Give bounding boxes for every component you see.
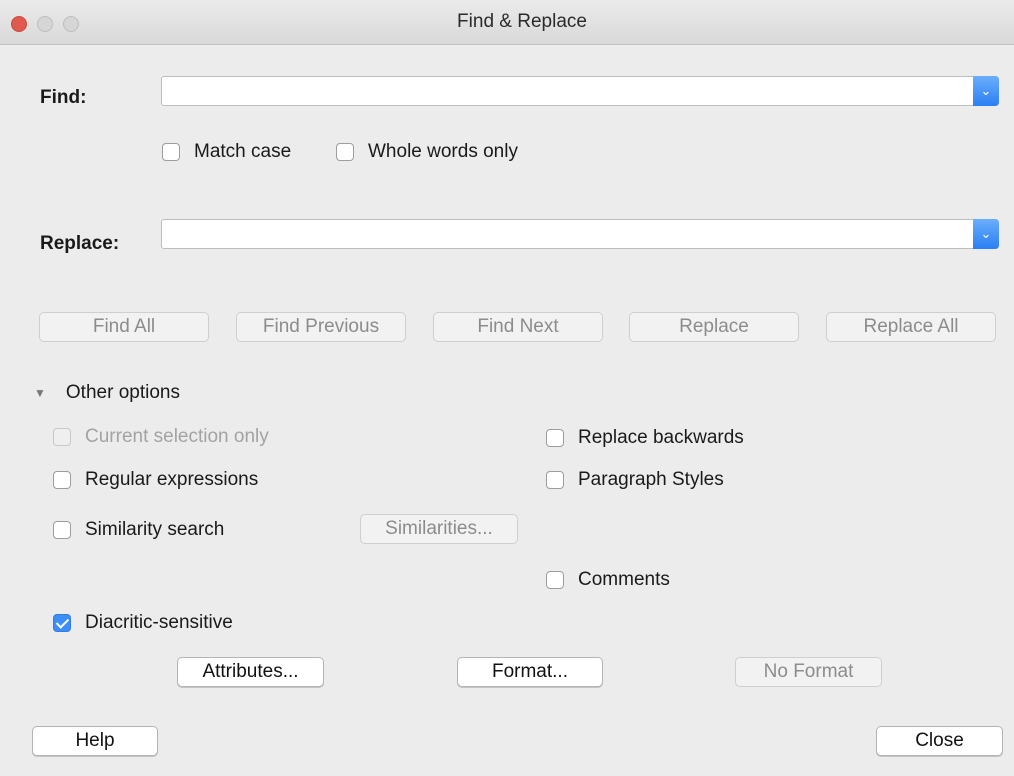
find-dropdown-chevron-icon[interactable]: ⌄ bbox=[973, 76, 999, 106]
format-button[interactable]: Format... bbox=[457, 657, 603, 687]
comments-label: Comments bbox=[578, 569, 670, 590]
diacritic-sensitive-label: Diacritic-sensitive bbox=[85, 612, 233, 633]
comments-box[interactable] bbox=[546, 571, 564, 589]
whole-words-box[interactable] bbox=[336, 143, 354, 161]
title-bar: Find & Replace bbox=[0, 0, 1014, 45]
find-combobox[interactable]: ⌄ bbox=[161, 76, 999, 106]
replace-backwards-box[interactable] bbox=[546, 429, 564, 447]
replace-label: Replace: bbox=[40, 233, 120, 254]
replace-all-button[interactable]: Replace All bbox=[826, 312, 996, 342]
find-previous-button[interactable]: Find Previous bbox=[236, 312, 406, 342]
disclosure-triangle-icon[interactable]: ▼ bbox=[34, 386, 46, 400]
similarity-search-checkbox[interactable]: Similarity search bbox=[53, 519, 224, 541]
regular-expressions-checkbox[interactable]: Regular expressions bbox=[53, 469, 258, 491]
replace-backwards-label: Replace backwards bbox=[578, 427, 744, 448]
diacritic-sensitive-box[interactable] bbox=[53, 614, 71, 632]
replace-combobox[interactable]: ⌄ bbox=[161, 219, 999, 249]
window-title: Find & Replace bbox=[457, 11, 587, 32]
match-case-label: Match case bbox=[194, 141, 292, 162]
match-case-box[interactable] bbox=[162, 143, 180, 161]
whole-words-checkbox[interactable]: Whole words only bbox=[336, 141, 518, 163]
current-selection-only-box[interactable] bbox=[53, 428, 71, 446]
paragraph-styles-label: Paragraph Styles bbox=[578, 469, 724, 490]
regular-expressions-label: Regular expressions bbox=[85, 469, 259, 490]
replace-backwards-checkbox[interactable]: Replace backwards bbox=[546, 427, 744, 449]
find-input[interactable] bbox=[168, 80, 968, 104]
comments-checkbox[interactable]: Comments bbox=[546, 569, 670, 591]
current-selection-only-label: Current selection only bbox=[85, 426, 269, 447]
find-all-button[interactable]: Find All bbox=[39, 312, 209, 342]
similarities-button[interactable]: Similarities... bbox=[360, 514, 518, 544]
diacritic-sensitive-checkbox[interactable]: Diacritic-sensitive bbox=[53, 612, 233, 634]
find-next-button[interactable]: Find Next bbox=[433, 312, 603, 342]
find-label: Find: bbox=[40, 87, 87, 108]
help-button[interactable]: Help bbox=[32, 726, 158, 756]
replace-button[interactable]: Replace bbox=[629, 312, 799, 342]
other-options-disclosure[interactable]: ▼ Other options bbox=[34, 382, 180, 404]
current-selection-only-checkbox[interactable]: Current selection only bbox=[53, 426, 269, 448]
paragraph-styles-box[interactable] bbox=[546, 471, 564, 489]
close-button[interactable]: Close bbox=[876, 726, 1003, 756]
attributes-button[interactable]: Attributes... bbox=[177, 657, 324, 687]
whole-words-label: Whole words only bbox=[368, 141, 518, 162]
regular-expressions-box[interactable] bbox=[53, 471, 71, 489]
other-options-label: Other options bbox=[65, 382, 180, 403]
similarity-search-box[interactable] bbox=[53, 521, 71, 539]
paragraph-styles-checkbox[interactable]: Paragraph Styles bbox=[546, 469, 724, 491]
similarity-search-label: Similarity search bbox=[85, 519, 225, 540]
replace-dropdown-chevron-icon[interactable]: ⌄ bbox=[973, 219, 999, 249]
replace-input[interactable] bbox=[168, 223, 968, 247]
no-format-button[interactable]: No Format bbox=[735, 657, 882, 687]
match-case-checkbox[interactable]: Match case bbox=[162, 141, 291, 163]
